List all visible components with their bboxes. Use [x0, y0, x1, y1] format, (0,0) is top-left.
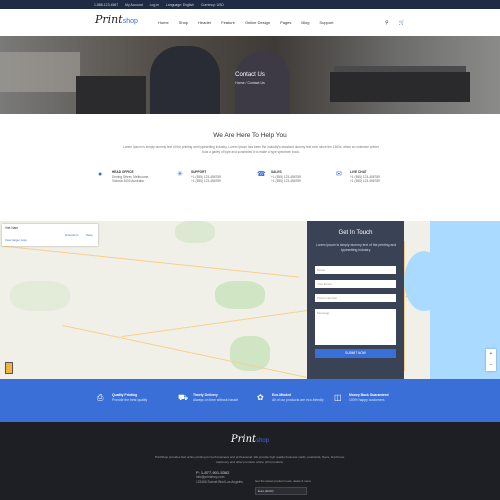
zoom-control[interactable]: + − [486, 349, 496, 371]
truck-icon: ⛟ [178, 393, 189, 402]
chat-icon: ✉ [336, 171, 342, 178]
view-larger-map-link[interactable]: View larger map [5, 238, 27, 242]
save-button[interactable]: Save [86, 233, 93, 237]
map-park [175, 221, 215, 243]
logo-suffix: shop [256, 438, 270, 444]
hero-photo-person [150, 46, 220, 114]
support-icon: ✳ [177, 171, 183, 178]
my-account-link[interactable]: My Account [125, 3, 143, 7]
map-road [62, 325, 308, 378]
currency-select[interactable]: Currency: USD [201, 3, 224, 7]
form-description: Lorem Ipsum is simply dummy text of the … [315, 243, 397, 252]
map-place: Viet Nam [5, 226, 19, 230]
search-icon[interactable]: ⚲ [385, 20, 389, 26]
contact-line: +1 (555) 123-456789 [350, 174, 380, 179]
nav-home[interactable]: Home [158, 20, 169, 25]
feature-item: ⛟ Timely Delivery Always on time without … [178, 393, 238, 403]
nav-feature[interactable]: Feature [221, 20, 235, 25]
contact-line: Dnning Street, Melbourne, [112, 174, 150, 179]
name-field[interactable]: Name [315, 266, 396, 274]
email-field[interactable]: Your Email [315, 280, 396, 288]
pegman-icon[interactable] [5, 362, 13, 374]
directions-button[interactable]: Directions [65, 233, 78, 237]
contact-line: +1 (555) 123-456789 [191, 179, 221, 184]
footer-contact: P: 1-877-901-5362 info@printshop.com 123… [196, 470, 243, 485]
contact-line: +1 (555) 123-456789 [350, 179, 380, 184]
logo-suffix: shop [122, 18, 138, 25]
logo[interactable]: Printshop [95, 13, 138, 26]
form-title: Get In Touch [338, 230, 373, 236]
feature-subtitle: Provide the best quality [112, 397, 148, 402]
footer-logo[interactable]: Printshop [0, 434, 500, 445]
logo-main: Print [95, 13, 123, 26]
contact-sales: ☎ SALES +1 (555) 123-456789 +1 (555) 123-4… [257, 170, 301, 184]
nav-shop[interactable]: Shop [179, 20, 188, 25]
login-link[interactable]: Log in [150, 3, 159, 7]
footer-description: PrintShop provides fast online printing … [154, 455, 346, 464]
map-road [0, 245, 300, 278]
feature-subtitle: 100% happy customers [349, 397, 385, 402]
header-icons: ⚲ 🛒 [385, 20, 405, 26]
print-icon: ⎙ [97, 393, 104, 402]
phone-text: 1-888-123-4567 [94, 2, 119, 7]
location-pin-icon: ● [98, 171, 103, 178]
footer-address: 123456 Sunset Blvd Los Angeles [196, 480, 243, 484]
map-park [215, 281, 265, 309]
feature-item: ◫ Money Back Guaranteed 100% happy custom… [334, 393, 389, 403]
nav-header[interactable]: Header [198, 20, 211, 25]
nav-blog[interactable]: Blog [301, 20, 309, 25]
zoom-out-icon[interactable]: − [486, 360, 496, 371]
map[interactable]: Viet Nam View larger map Directions Save… [0, 221, 500, 379]
contact-line: +1 (555) 123-456789 [191, 174, 221, 179]
phone-icon: ☎ [257, 171, 266, 178]
leaf-icon: ✿ [257, 393, 264, 402]
nav-online-design[interactable]: Online Design [245, 20, 270, 25]
currency-dropdown[interactable]: Euro (EUR) [255, 487, 307, 495]
logo-main: Print [230, 434, 257, 445]
footer: Printshop PrintShop provides fast online… [0, 422, 500, 500]
breadcrumb[interactable]: Home / Contact Us [0, 81, 500, 85]
section-description: Lorem Ipsum is simply dummy text of the … [123, 145, 379, 154]
phone-field[interactable]: Phone Number [315, 294, 396, 302]
submit-button[interactable]: SUBMIT NOW [315, 349, 396, 358]
contact-line: +1 (555) 123-456789 [271, 174, 301, 179]
nav-pages[interactable]: Pages [280, 20, 291, 25]
features-bar: ⎙ Quality Printing Provide the best quali… [0, 379, 500, 422]
contact-support: ✳ SUPPORT +1 (555) 123-456789 +1 (555) 123… [177, 170, 221, 184]
top-bar: 1-888-123-4567 My Account Log in Languag… [0, 0, 500, 9]
zoom-in-icon[interactable]: + [486, 349, 496, 360]
main-nav: Home Shop Header Feature Online Design P… [158, 20, 333, 25]
cart-icon[interactable]: 🛒 [399, 20, 405, 26]
section-title: We Are Here To Help You [213, 132, 287, 139]
page-title: Contact Us [235, 72, 265, 78]
contact-line: Victoria 3000 Australia [112, 179, 144, 184]
map-info-card: Viet Nam View larger map Directions Save [2, 224, 98, 246]
contact-office: ● HEAD OFFICE Dnning Street, Melbourne, Vi… [98, 170, 149, 184]
map-park [10, 281, 70, 311]
language-select[interactable]: Language: English [166, 3, 194, 7]
contact-line: +1 (555) 123-456789 [271, 179, 301, 184]
feature-subtitle: Always on time without hassle [193, 397, 239, 402]
feature-subtitle: All of our products are eco-friendly [272, 397, 324, 402]
nav-support[interactable]: Support [319, 20, 333, 25]
message-field[interactable]: Message [315, 309, 396, 345]
money-icon: ◫ [334, 393, 342, 402]
header: Printshop Home Shop Header Feature Onlin… [0, 9, 500, 36]
feature-item: ⎙ Quality Printing Provide the best quali… [97, 393, 147, 403]
newsletter-text: Get the latest product news, deals & mor… [255, 479, 311, 483]
feature-item: ✿ Eco-Minded All of our products are eco-… [257, 393, 324, 403]
contact-chat: ✉ LIVE CHAT +1 (555) 123-456789 +1 (555) 1… [336, 170, 380, 184]
contact-form: Get In Touch Lorem Ipsum is simply dummy… [307, 221, 404, 379]
